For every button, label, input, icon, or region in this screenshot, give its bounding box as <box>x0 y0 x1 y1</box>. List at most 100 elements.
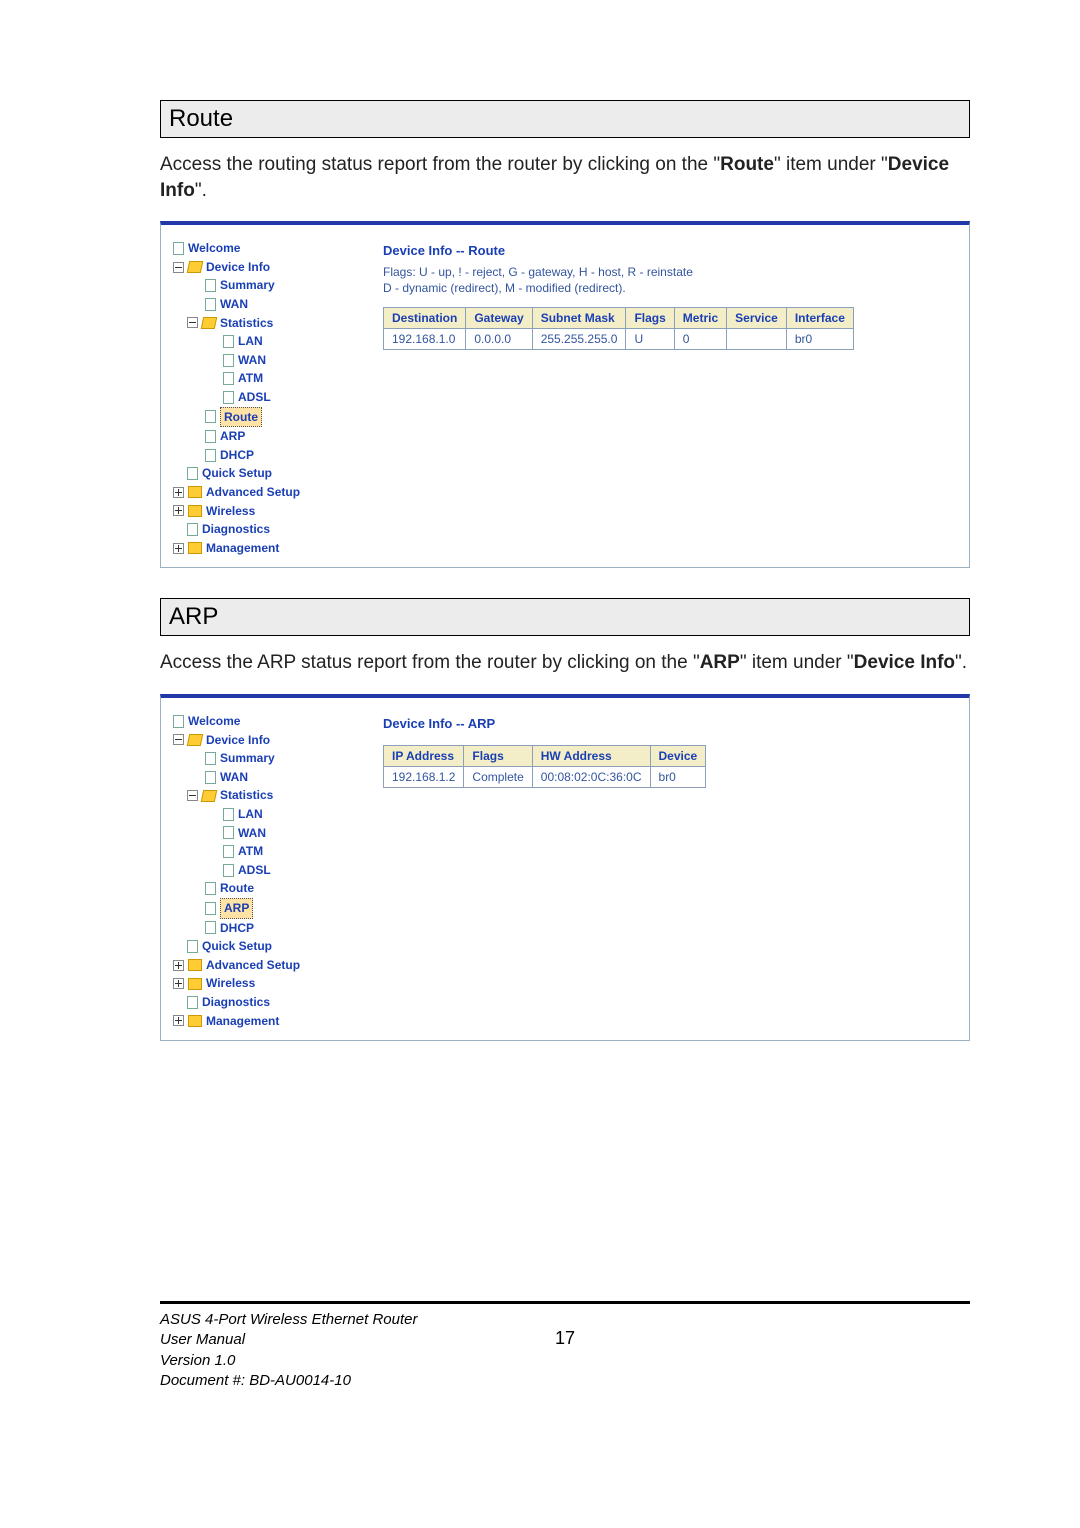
nav-quick-setup[interactable]: Quick Setup <box>202 937 272 956</box>
page-icon <box>205 771 216 784</box>
col-gateway: Gateway <box>466 307 532 328</box>
cell: 192.168.1.2 <box>384 767 464 788</box>
page-icon <box>205 902 216 915</box>
nav-advanced-setup[interactable]: Advanced Setup <box>206 956 300 975</box>
nav-wan2[interactable]: WAN <box>238 351 266 370</box>
page-icon <box>205 410 216 423</box>
nav-wan[interactable]: WAN <box>220 295 248 314</box>
col-flags: Flags <box>626 307 674 328</box>
cell: 0 <box>674 328 726 349</box>
nav-welcome[interactable]: Welcome <box>188 239 240 258</box>
cell: 0.0.0.0 <box>466 328 532 349</box>
nav-management[interactable]: Management <box>206 1012 279 1031</box>
cell: Complete <box>464 767 532 788</box>
nav-route[interactable]: Route <box>220 407 262 428</box>
nav-arp[interactable]: ARP <box>220 898 253 919</box>
text-bold: Route <box>720 154 774 175</box>
text: ". <box>955 652 967 673</box>
collapse-icon[interactable] <box>187 790 198 801</box>
nav-statistics[interactable]: Statistics <box>220 786 273 805</box>
folder-open-icon <box>187 261 204 273</box>
col-service: Service <box>727 307 787 328</box>
col-flags: Flags <box>464 746 532 767</box>
table-header-row: Destination Gateway Subnet Mask Flags Me… <box>384 307 854 328</box>
nav-lan[interactable]: LAN <box>238 332 263 351</box>
folder-closed-icon <box>188 505 202 517</box>
nav-tree: Welcome Device Info Summary WAN Statisti… <box>173 712 363 1030</box>
nav-arp[interactable]: ARP <box>220 427 245 446</box>
cell: 00:08:02:0C:36:0C <box>532 767 650 788</box>
page-icon <box>205 882 216 895</box>
nav-welcome[interactable]: Welcome <box>188 712 240 731</box>
nav-dhcp[interactable]: DHCP <box>220 919 254 938</box>
cell: br0 <box>786 328 853 349</box>
page-icon <box>205 279 216 292</box>
nav-advanced-setup[interactable]: Advanced Setup <box>206 483 300 502</box>
folder-closed-icon <box>188 486 202 498</box>
col-subnet: Subnet Mask <box>532 307 626 328</box>
collapse-icon[interactable] <box>173 262 184 273</box>
nav-lan[interactable]: LAN <box>238 805 263 824</box>
nav-quick-setup[interactable]: Quick Setup <box>202 464 272 483</box>
col-metric: Metric <box>674 307 726 328</box>
nav-management[interactable]: Management <box>206 539 279 558</box>
text-bold: Device Info <box>854 652 955 673</box>
route-flags-legend: Flags: U - up, ! - reject, G - gateway, … <box>383 264 951 296</box>
route-paragraph: Access the routing status report from th… <box>160 152 970 203</box>
nav-adsl[interactable]: ADSL <box>238 861 271 880</box>
table-row: 192.168.1.0 0.0.0.0 255.255.255.0 U 0 br… <box>384 328 854 349</box>
collapse-icon[interactable] <box>187 317 198 328</box>
table-row: 192.168.1.2 Complete 00:08:02:0C:36:0C b… <box>384 767 706 788</box>
nav-statistics[interactable]: Statistics <box>220 314 273 333</box>
nav-device-info[interactable]: Device Info <box>206 731 270 750</box>
arp-content-pane: Device Info -- ARP IP Address Flags HW A… <box>363 712 957 1030</box>
page-icon <box>223 845 234 858</box>
folder-closed-icon <box>188 978 202 990</box>
page-icon <box>205 449 216 462</box>
expand-icon[interactable] <box>173 543 184 554</box>
footer-line1: ASUS 4-Port Wireless Ethernet Router <box>160 1310 535 1330</box>
arp-screenshot: Welcome Device Info Summary WAN Statisti… <box>160 694 970 1041</box>
col-ip: IP Address <box>384 746 464 767</box>
page-icon <box>187 940 198 953</box>
nav-summary[interactable]: Summary <box>220 276 275 295</box>
section-header-route: Route <box>160 100 970 138</box>
nav-dhcp[interactable]: DHCP <box>220 446 254 465</box>
expand-icon[interactable] <box>173 978 184 989</box>
nav-atm[interactable]: ATM <box>238 842 263 861</box>
route-screenshot: Welcome Device Info Summary WAN Statisti… <box>160 221 970 568</box>
folder-open-icon <box>201 790 218 802</box>
text: " item under " <box>774 154 888 175</box>
nav-wireless[interactable]: Wireless <box>206 502 255 521</box>
cell: 192.168.1.0 <box>384 328 466 349</box>
collapse-icon[interactable] <box>173 734 184 745</box>
nav-atm[interactable]: ATM <box>238 369 263 388</box>
expand-icon[interactable] <box>173 960 184 971</box>
welcome-icon <box>173 242 184 255</box>
nav-summary[interactable]: Summary <box>220 749 275 768</box>
page-icon <box>205 921 216 934</box>
arp-paragraph: Access the ARP status report from the ro… <box>160 650 970 676</box>
expand-icon[interactable] <box>173 505 184 516</box>
nav-wan[interactable]: WAN <box>220 768 248 787</box>
expand-icon[interactable] <box>173 1015 184 1026</box>
folder-closed-icon <box>188 542 202 554</box>
nav-wan2[interactable]: WAN <box>238 824 266 843</box>
nav-adsl[interactable]: ADSL <box>238 388 271 407</box>
text: Access the routing status report from th… <box>160 154 720 175</box>
text: " item under " <box>740 652 854 673</box>
pane-title: Device Info -- Route <box>383 243 951 258</box>
nav-route[interactable]: Route <box>220 879 254 898</box>
nav-diagnostics[interactable]: Diagnostics <box>202 520 270 539</box>
nav-wireless[interactable]: Wireless <box>206 974 255 993</box>
nav-device-info[interactable]: Device Info <box>206 258 270 277</box>
nav-diagnostics[interactable]: Diagnostics <box>202 993 270 1012</box>
footer-line4: Document #: BD-AU0014-10 <box>160 1371 535 1391</box>
page-icon <box>223 808 234 821</box>
cell: br0 <box>650 767 706 788</box>
text: D - dynamic (redirect), M - modified (re… <box>383 281 626 295</box>
col-device: Device <box>650 746 706 767</box>
page-icon <box>187 467 198 480</box>
expand-icon[interactable] <box>173 487 184 498</box>
page-number: 17 <box>535 1310 595 1349</box>
